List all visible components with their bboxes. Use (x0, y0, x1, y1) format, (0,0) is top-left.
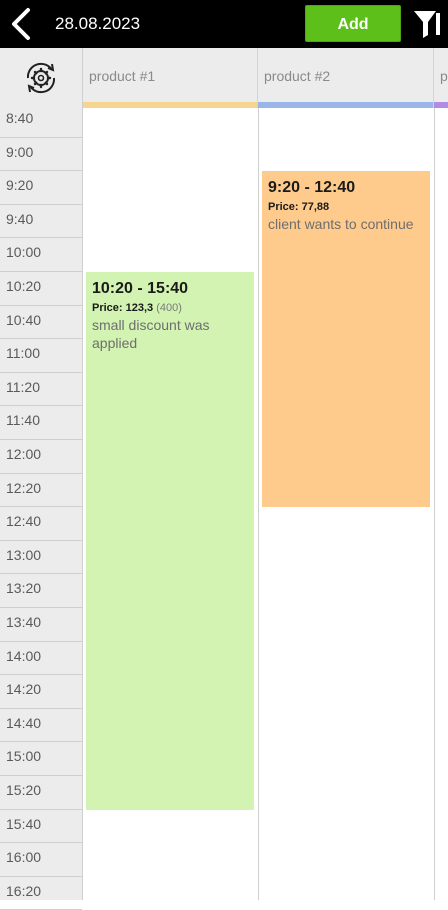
time-label: 11:40 (6, 412, 40, 429)
booking-event[interactable]: 10:20 - 15:40 Price: 123,3 (400) small d… (86, 272, 254, 810)
time-label: 14:20 (6, 681, 42, 698)
time-slot: 15:00 (0, 742, 82, 776)
time-slot: 13:00 (0, 541, 82, 575)
schedule-grid: 8:40 9:00 9:20 9:40 10:00 10:20 10:40 11:00 11:2… (0, 108, 448, 910)
column-label: product #2 (264, 68, 331, 84)
time-slot: 12:40 (0, 507, 82, 541)
event-price: Price: 77,88 (268, 201, 330, 213)
time-label: 15:20 (6, 782, 42, 798)
time-slot: 8:40 (0, 104, 82, 138)
time-slot: 9:00 (0, 138, 82, 172)
column-header-row: product #1 product #2 p (0, 48, 448, 108)
time-label: 15:40 (6, 815, 42, 832)
time-slot: 15:40 (0, 810, 82, 844)
time-slot: 9:40 (0, 205, 82, 239)
event-time: 9:20 - 12:40 (268, 179, 356, 196)
settings-cell (0, 48, 83, 108)
time-label: 13:40 (6, 614, 42, 630)
time-label: 11:00 (6, 345, 40, 362)
time-column: 8:40 9:00 9:20 9:40 10:00 10:20 10:40 11:00 11:2… (0, 108, 83, 910)
column-divider (434, 108, 435, 900)
column-label: p (440, 68, 448, 84)
time-slot: 14:20 (0, 675, 82, 709)
add-button[interactable]: Add (305, 5, 401, 42)
time-label: 9:40 (6, 210, 34, 227)
sync-settings-icon[interactable] (22, 59, 60, 97)
time-label: 13:00 (6, 546, 42, 563)
time-label: 13:20 (6, 580, 42, 597)
time-slot: 9:20 (0, 171, 82, 205)
time-label: 14:00 (6, 647, 42, 664)
event-price: Price: 123,3 (400) (92, 302, 182, 314)
column-label: product #1 (89, 68, 156, 84)
time-label: 12:00 (6, 446, 42, 462)
time-label: 9:00 (6, 143, 34, 160)
column-header-product-3[interactable]: p (434, 48, 448, 108)
time-label: 11:20 (6, 378, 40, 395)
column-header-product-2[interactable]: product #2 (258, 48, 434, 108)
time-label: 14:40 (6, 714, 42, 731)
time-slot: 14:40 (0, 709, 82, 743)
time-label: 12:20 (6, 479, 42, 496)
event-note: small discount was applied (92, 317, 210, 351)
time-slot: 16:20 (0, 877, 82, 910)
time-slot: 11:20 (0, 373, 82, 407)
time-label: 10:40 (6, 311, 42, 328)
time-slot: 13:40 (0, 608, 82, 642)
event-time: 10:20 - 15:40 (92, 280, 189, 297)
time-slot: 11:40 (0, 406, 82, 440)
event-note: client wants to continue (268, 216, 414, 232)
booking-event[interactable]: 9:20 - 12:40 Price: 77,88 client wants t… (262, 171, 430, 507)
time-slot: 16:00 (0, 843, 82, 877)
filter-icon[interactable] (412, 8, 442, 40)
time-slot: 14:00 (0, 642, 82, 676)
column-header-product-1[interactable]: product #1 (83, 48, 258, 108)
time-label: 10:00 (6, 244, 42, 261)
back-arrow-icon[interactable] (6, 6, 36, 42)
time-label: 8:40 (6, 110, 34, 126)
time-slot: 12:20 (0, 474, 82, 508)
time-label: 16:20 (6, 882, 42, 899)
time-slot: 10:40 (0, 306, 82, 340)
time-label: 15:00 (6, 748, 42, 765)
time-label: 10:20 (6, 278, 42, 294)
time-label: 16:00 (6, 849, 42, 866)
time-label: 12:40 (6, 513, 42, 530)
selected-date[interactable]: 28.08.2023 (55, 14, 140, 34)
time-slot: 13:20 (0, 574, 82, 608)
time-slot: 11:00 (0, 339, 82, 373)
time-slot: 10:20 (0, 272, 82, 306)
column-divider (258, 108, 259, 900)
top-bar: 28.08.2023 Add (0, 0, 448, 48)
time-slot: 10:00 (0, 238, 82, 272)
time-label: 9:20 (6, 177, 34, 194)
time-slot: 15:20 (0, 776, 82, 810)
time-slot: 12:00 (0, 440, 82, 474)
